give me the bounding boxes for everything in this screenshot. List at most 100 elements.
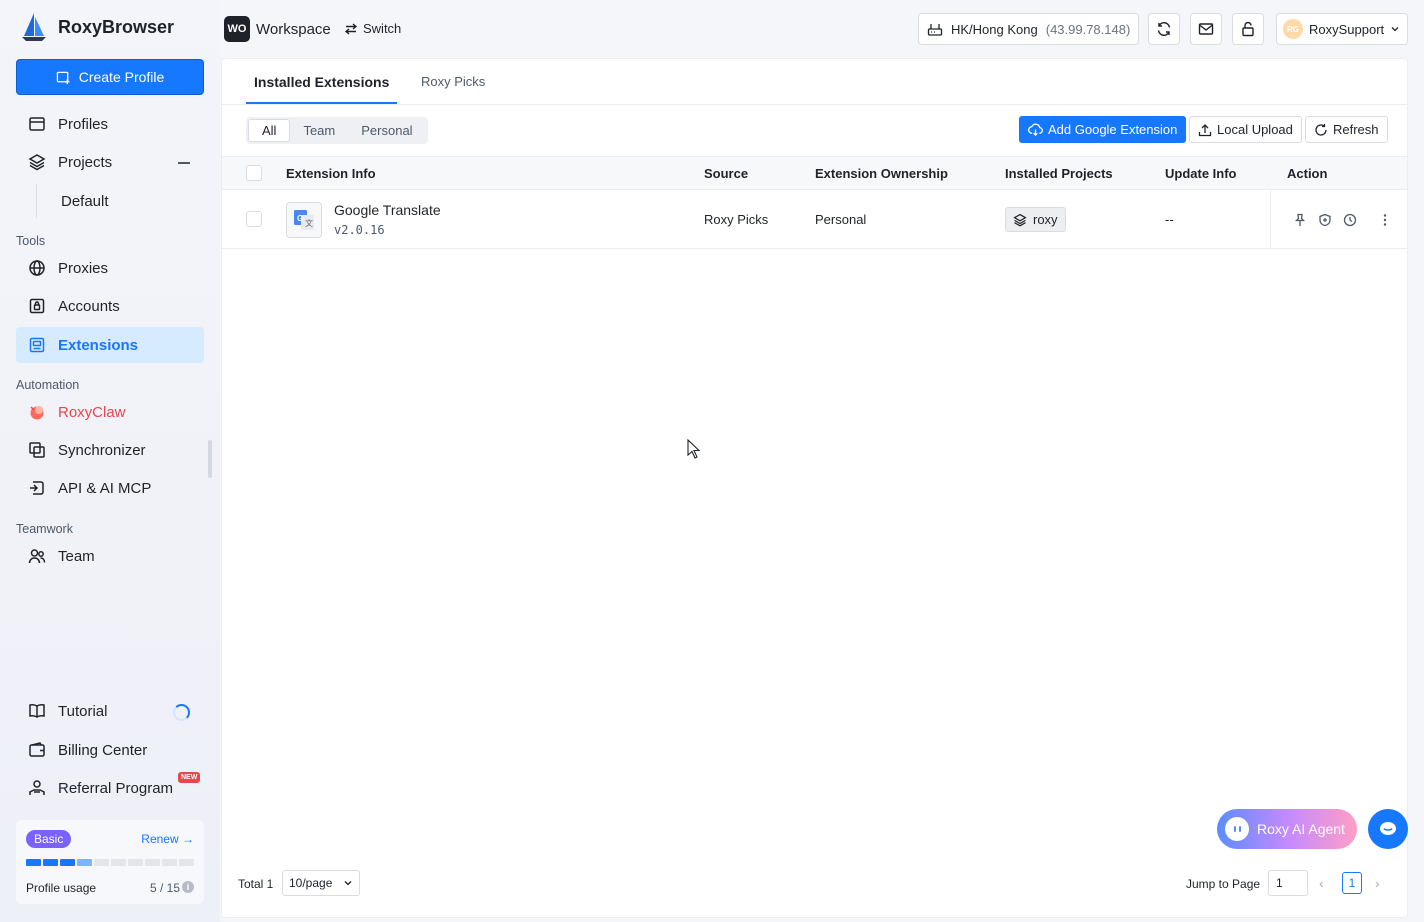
chevron-down-icon <box>1391 27 1399 32</box>
switch-label: Switch <box>363 21 402 36</box>
renew-label: Renew <box>141 832 179 846</box>
filter-all[interactable]: All <box>248 119 291 142</box>
sidebar-item-billing[interactable]: Billing Center <box>16 732 204 768</box>
sidebar-item-team[interactable]: Team <box>16 538 204 574</box>
filter-team[interactable]: Team <box>290 119 348 142</box>
more-vertical-icon[interactable] <box>1378 213 1392 227</box>
project-tag-label: roxy <box>1033 212 1058 227</box>
tab-installed-extensions[interactable]: Installed Extensions <box>254 74 389 90</box>
ai-face-icon <box>1225 817 1249 841</box>
google-translate-icon: G 文 <box>286 202 322 238</box>
sidebar-item-synchronizer[interactable]: Synchronizer <box>16 432 204 468</box>
column-header: Extension Info <box>286 166 376 181</box>
extensions-icon <box>29 337 45 353</box>
sidebar-item-profiles[interactable]: Profiles <box>16 106 204 142</box>
sidebar-item-label: Profiles <box>58 115 109 133</box>
sidebar-scrollbar[interactable] <box>208 440 212 478</box>
column-header: Source <box>704 166 749 181</box>
sidebar-item-accounts[interactable]: Accounts <box>16 288 204 324</box>
page-size-value: 10/page <box>289 876 333 890</box>
active-tab-indicator <box>246 102 397 104</box>
roxy-ai-agent-button[interactable]: Roxy AI Agent <box>1217 809 1357 849</box>
chat-support-button[interactable] <box>1368 809 1408 849</box>
select-all-checkbox[interactable] <box>246 165 262 181</box>
jump-to-page-input[interactable]: 1 <box>1268 870 1308 896</box>
proxy-status[interactable]: HK/Hong Kong (43.99.78.148) <box>918 13 1140 45</box>
page-size-select[interactable]: 10/page <box>282 870 360 896</box>
globe-icon <box>29 260 45 276</box>
current-page-button[interactable]: 1 <box>1342 872 1362 894</box>
next-page-icon[interactable]: › <box>1375 875 1380 891</box>
table-row[interactable]: G 文 Google Translate v2.0.16 Roxy Picks … <box>222 190 1407 249</box>
project-item-label: Default <box>61 192 109 210</box>
refresh-button[interactable]: Refresh <box>1305 116 1388 143</box>
row-actions <box>1270 190 1409 249</box>
create-profile-icon <box>56 71 70 84</box>
sidebar-item-label: API & AI MCP <box>58 479 152 497</box>
sidebar-item-label: Proxies <box>58 259 109 277</box>
mail-icon <box>1198 23 1214 35</box>
teamwork-section-label: Teamwork <box>16 522 73 536</box>
app-logo[interactable]: RoxyBrowser <box>20 12 174 42</box>
sync-button[interactable] <box>1148 13 1180 45</box>
workspace-name[interactable]: Workspace <box>256 21 331 38</box>
column-header: Installed Projects <box>1005 166 1113 181</box>
app-name: RoxyBrowser <box>58 16 175 37</box>
window-icon <box>29 117 45 131</box>
history-icon[interactable] <box>1343 213 1357 227</box>
ai-agent-label: Roxy AI Agent <box>1257 821 1345 837</box>
proxy-ip: (43.99.78.148) <box>1045 21 1131 37</box>
prev-page-icon[interactable]: ‹ <box>1319 875 1324 891</box>
sidebar-item-roxyclaw[interactable]: RoxyClaw <box>16 394 204 430</box>
usage-progress-bar <box>26 859 194 866</box>
sidebar-item-referral[interactable]: Referral Program <box>16 770 204 806</box>
refresh-sync-icon <box>1157 22 1171 36</box>
sidebar-item-projects[interactable]: Projects <box>16 144 204 180</box>
sidebar-item-api[interactable]: API & AI MCP <box>16 470 204 506</box>
jump-to-page-label: Jump to Page <box>1186 877 1261 891</box>
extension-version: v2.0.16 <box>334 223 385 237</box>
sidebar-item-extensions[interactable]: Extensions <box>16 327 204 363</box>
collapse-projects-icon[interactable] <box>178 162 190 164</box>
sidebar-item-label: Extensions <box>58 336 139 354</box>
local-upload-button[interactable]: Local Upload <box>1189 116 1302 143</box>
messages-button[interactable] <box>1190 13 1222 45</box>
tab-roxy-picks[interactable]: Roxy Picks <box>421 74 485 89</box>
tools-section-label: Tools <box>16 234 46 248</box>
refresh-icon <box>1315 123 1327 136</box>
filter-personal[interactable]: Personal <box>348 119 425 142</box>
create-profile-label: Create Profile <box>78 69 165 85</box>
pin-icon[interactable] <box>1293 213 1307 227</box>
lock-button[interactable] <box>1232 13 1264 45</box>
extension-name: Google Translate <box>334 202 441 218</box>
sidebar-item-label: Referral Program <box>58 779 174 797</box>
row-checkbox[interactable] <box>246 211 262 227</box>
book-icon <box>29 704 45 718</box>
lock-icon <box>1242 21 1254 37</box>
proxy-location: HK/Hong Kong <box>951 21 1038 37</box>
sidebar-item-label: Tutorial <box>58 702 108 720</box>
column-header: Update Info <box>1165 166 1237 181</box>
main-panel: Installed Extensions Roxy Picks All Team… <box>221 58 1408 918</box>
update-info-cell: -- <box>1165 212 1174 227</box>
ownership-cell: Personal <box>815 212 867 227</box>
claw-icon <box>30 406 44 420</box>
add-google-extension-button[interactable]: Add Google Extension <box>1019 116 1187 143</box>
usage-value: 5 / 15 <box>149 881 180 895</box>
project-tag[interactable]: roxy <box>1005 207 1066 232</box>
renew-link[interactable]: Renew → <box>141 832 194 846</box>
api-icon <box>30 481 44 495</box>
plan-card: Basic Renew → Profile usage 5 / 15 i <box>16 820 204 904</box>
sidebar-item-proxies[interactable]: Proxies <box>16 250 204 286</box>
project-item-default[interactable]: Default <box>36 184 204 218</box>
create-profile-button[interactable]: Create Profile <box>16 59 204 95</box>
shield-icon[interactable] <box>1318 213 1332 227</box>
info-icon[interactable]: i <box>182 881 194 893</box>
chat-icon <box>1380 822 1396 835</box>
user-menu[interactable]: RG RoxySupport <box>1276 13 1408 45</box>
referral-icon <box>29 780 45 795</box>
switch-workspace-button[interactable]: Switch <box>344 21 401 36</box>
avatar: RG <box>1283 19 1303 39</box>
sidebar-item-label: Team <box>58 547 95 565</box>
cloud-download-icon <box>1028 123 1043 137</box>
